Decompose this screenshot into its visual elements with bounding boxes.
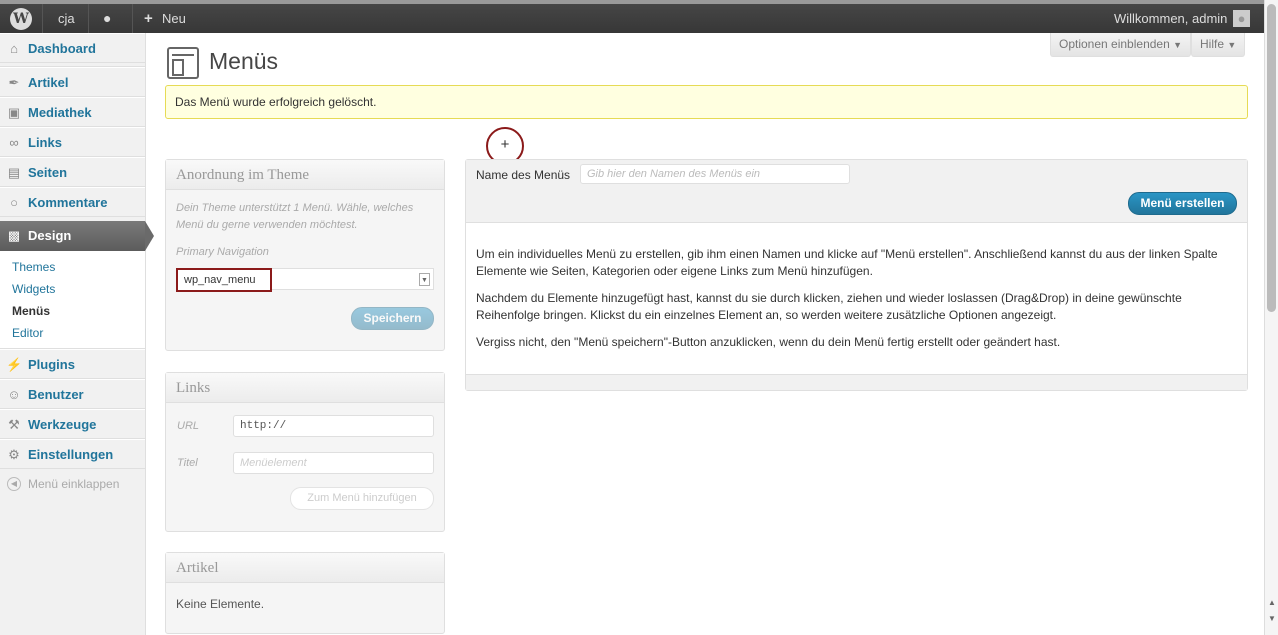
create-menu-button[interactable]: Menü erstellen bbox=[1128, 192, 1237, 215]
vertical-scrollbar[interactable]: ▲ ▼ bbox=[1264, 0, 1278, 635]
select-value: wp_nav_menu bbox=[176, 268, 272, 292]
menus-page-icon bbox=[167, 47, 199, 79]
sidebar-item-label: Werkzeuge bbox=[28, 417, 97, 432]
help-paragraph: Vergiss nicht, den "Menü speichern"-Butt… bbox=[476, 335, 1061, 349]
sidebar-item-label: Plugins bbox=[28, 357, 75, 372]
sidebar-item-artikel[interactable]: ✒ Artikel bbox=[0, 67, 145, 97]
help-button[interactable]: Hilfe ▼ bbox=[1191, 33, 1246, 57]
collapse-menu-button[interactable]: ◀ Menü einklappen bbox=[0, 469, 145, 499]
sidebar-item-label: Kommentare bbox=[28, 195, 108, 210]
plus-icon: + bbox=[144, 10, 153, 27]
sidebar-item-kommentare[interactable]: ○ Kommentare bbox=[0, 187, 145, 217]
settings-icon: ⚙ bbox=[8, 447, 20, 462]
pin-icon: ✒ bbox=[8, 75, 20, 90]
link-title-input[interactable]: Menüelement bbox=[233, 452, 434, 474]
submenu-item-menus[interactable]: Menüs bbox=[0, 300, 145, 322]
design-submenu: Themes Widgets Menüs Editor bbox=[0, 251, 145, 349]
sidebar-item-label: Design bbox=[28, 228, 72, 243]
no-items-text: Keine Elemente. bbox=[176, 597, 265, 611]
sidebar-item-label: Artikel bbox=[28, 75, 69, 90]
menu-name-input[interactable]: Gib hier den Namen des Menüs ein bbox=[580, 164, 850, 184]
box-title: Anordnung im Theme bbox=[166, 160, 444, 190]
primary-navigation-label: Primary Navigation bbox=[176, 246, 269, 258]
theme-locations-box: Anordnung im Theme Dein Theme unterstütz… bbox=[165, 159, 445, 351]
comments-icon: ○ bbox=[10, 195, 18, 210]
admin-sidebar: ⌂ Dashboard ✒ Artikel ▣ Mediathek ∞ Links ▤ S… bbox=[0, 33, 154, 635]
tools-icon: ⚒ bbox=[8, 417, 20, 432]
success-notice: Das Menü wurde erfolgreich gelöscht. bbox=[165, 85, 1248, 119]
sidebar-item-einstellungen[interactable]: ⚙ Einstellungen bbox=[0, 439, 145, 469]
sidebar-item-mediathek[interactable]: ▣ Mediathek bbox=[0, 97, 145, 127]
divider bbox=[42, 4, 43, 33]
box-title: Links bbox=[166, 373, 444, 403]
sidebar-item-seiten[interactable]: ▤ Seiten bbox=[0, 157, 145, 187]
help-paragraph: Nachdem du Elemente hinzugefügt hast, ka… bbox=[476, 291, 1182, 322]
sidebar-item-design[interactable]: ▩ Design bbox=[0, 221, 154, 251]
scroll-up-icon[interactable]: ▲ bbox=[1268, 598, 1276, 607]
wordpress-logo-icon[interactable]: W bbox=[10, 8, 32, 30]
menu-edit-panel: Name des Menüs Gib hier den Namen des Me… bbox=[465, 159, 1248, 391]
links-box: Links URL http:// Titel Menüelement Zum … bbox=[165, 372, 445, 532]
menu-header: Name des Menüs Gib hier den Namen des Me… bbox=[466, 160, 1247, 223]
sidebar-item-label: Links bbox=[28, 135, 62, 150]
select-arrow-icon: ▼ bbox=[419, 273, 430, 286]
scroll-down-icon[interactable]: ▼ bbox=[1268, 614, 1276, 623]
sidebar-item-label: Benutzer bbox=[28, 387, 84, 402]
admin-bar: W cja ● + Neu Willkommen, admin ● bbox=[0, 0, 1264, 33]
sidebar-item-plugins[interactable]: ⚡ Plugins bbox=[0, 349, 145, 379]
menu-footer bbox=[466, 374, 1247, 390]
submenu-item-widgets[interactable]: Widgets bbox=[0, 278, 145, 300]
page-title: Menüs bbox=[209, 48, 279, 74]
welcome-link[interactable]: Willkommen, admin bbox=[1114, 4, 1227, 33]
url-input[interactable]: http:// bbox=[233, 415, 434, 437]
collapse-arrow-icon: ◀ bbox=[7, 477, 21, 491]
dashboard-icon: ⌂ bbox=[10, 41, 18, 56]
users-icon: ☺ bbox=[7, 387, 21, 402]
sidebar-item-label: Mediathek bbox=[28, 105, 92, 120]
help-paragraph: Um ein individuelles Menü zu erstellen, … bbox=[476, 247, 1218, 278]
add-to-menu-button[interactable]: Zum Menü hinzufügen bbox=[290, 487, 434, 510]
plugins-icon: ⚡ bbox=[6, 357, 23, 372]
sidebar-item-label: Einstellungen bbox=[28, 447, 114, 462]
sidebar-item-label: Dashboard bbox=[28, 41, 96, 56]
articles-box: Artikel Keine Elemente. bbox=[165, 552, 445, 634]
menu-name-label: Name des Menüs bbox=[476, 168, 571, 182]
links-icon: ∞ bbox=[9, 135, 19, 150]
box-title: Artikel bbox=[166, 553, 444, 583]
collapse-label: Menü einklappen bbox=[28, 477, 120, 491]
scrollbar-thumb[interactable] bbox=[1267, 4, 1276, 312]
screen-options-button[interactable]: Optionen einblenden ▼ bbox=[1050, 33, 1192, 57]
help-label: Hilfe bbox=[1200, 37, 1225, 51]
divider bbox=[88, 4, 89, 33]
sidebar-item-links[interactable]: ∞ Links bbox=[0, 127, 145, 157]
sidebar-item-werkzeuge[interactable]: ⚒ Werkzeuge bbox=[0, 409, 145, 439]
avatar[interactable]: ● bbox=[1233, 10, 1250, 27]
site-name-link[interactable]: cja bbox=[58, 4, 75, 33]
menu-help-text: Um ein individuelles Menü zu erstellen, … bbox=[476, 246, 1238, 361]
chevron-down-icon: ▼ bbox=[1227, 40, 1237, 50]
save-button[interactable]: Speichern bbox=[351, 307, 434, 330]
chevron-down-icon: ▼ bbox=[1173, 40, 1183, 50]
media-icon: ▣ bbox=[7, 105, 21, 120]
sidebar-item-benutzer[interactable]: ☺ Benutzer bbox=[0, 379, 145, 409]
divider bbox=[132, 4, 133, 33]
url-label: URL bbox=[177, 420, 200, 432]
sidebar-item-dashboard[interactable]: ⌂ Dashboard bbox=[0, 33, 145, 63]
comments-icon[interactable]: ● bbox=[103, 4, 111, 33]
appearance-icon: ▩ bbox=[7, 228, 21, 243]
pages-icon: ▤ bbox=[7, 165, 21, 180]
sidebar-item-label: Seiten bbox=[28, 165, 68, 180]
new-content-link[interactable]: Neu bbox=[162, 4, 186, 33]
submenu-item-themes[interactable]: Themes bbox=[0, 256, 145, 278]
title-label: Titel bbox=[177, 457, 198, 469]
theme-locations-description: Dein Theme unterstützt 1 Menü. Wähle, we… bbox=[176, 202, 414, 231]
screen-options-label: Optionen einblenden bbox=[1059, 37, 1170, 51]
submenu-item-editor[interactable]: Editor bbox=[0, 322, 145, 344]
